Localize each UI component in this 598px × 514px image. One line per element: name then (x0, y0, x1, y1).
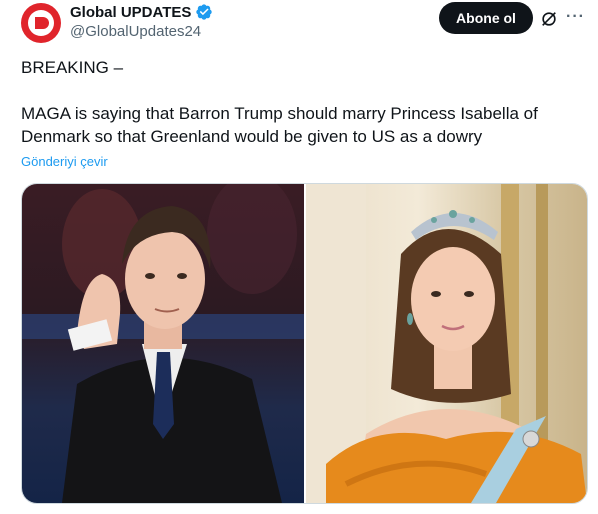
more-options-icon[interactable]: ··· (566, 8, 585, 26)
verified-badge-icon[interactable] (195, 3, 213, 21)
tweet-line-body: MAGA is saying that Barron Trump should … (21, 104, 538, 146)
avatar[interactable] (21, 3, 61, 43)
photo-princess-isabella[interactable] (306, 184, 587, 503)
author-handle[interactable]: @GlobalUpdates24 (70, 23, 201, 40)
logo-icon (28, 10, 54, 36)
tweet-line-breaking: BREAKING – (21, 58, 124, 77)
grok-icon[interactable] (540, 10, 558, 28)
tweet-text: BREAKING – MAGA is saying that Barron Tr… (21, 56, 581, 148)
tweet-media[interactable] (21, 183, 588, 504)
author-name-row: Global UPDATES (70, 3, 213, 21)
follow-button[interactable]: Abone ol (439, 2, 533, 34)
translate-link[interactable]: Gönderiyi çevir (21, 154, 108, 169)
photo-barron-trump[interactable] (22, 184, 304, 503)
display-name[interactable]: Global UPDATES (70, 4, 191, 21)
